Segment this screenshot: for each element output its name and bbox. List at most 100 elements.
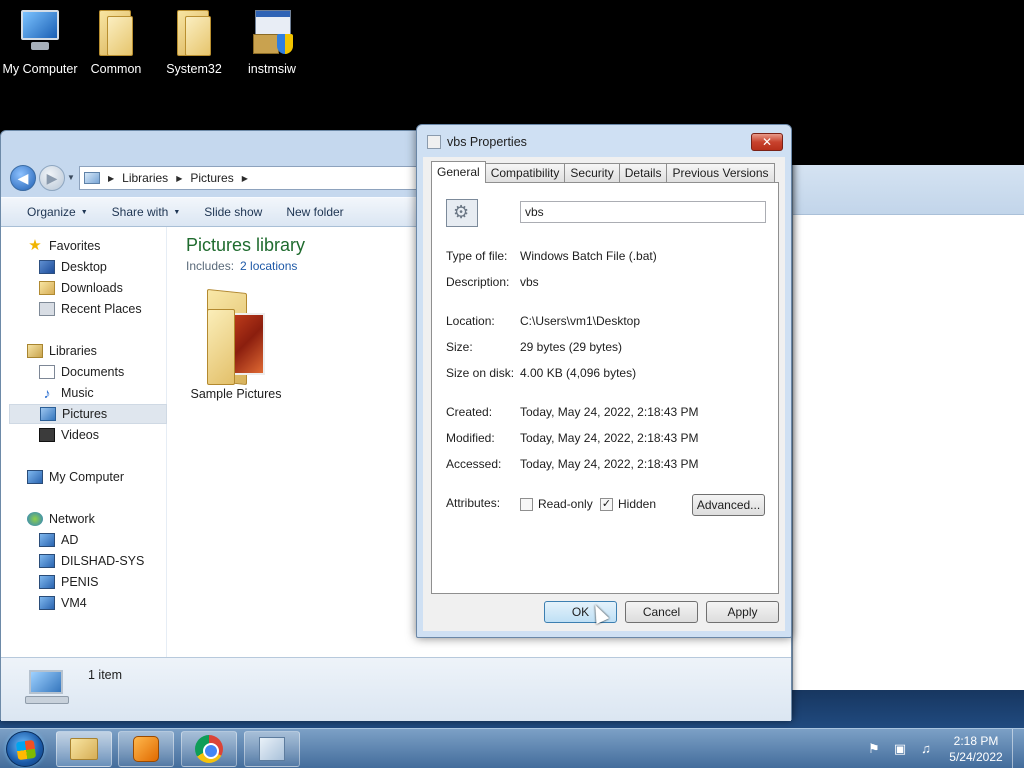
tab-details[interactable]: Details [618,163,668,183]
volume-icon[interactable]: ♫ [918,741,934,757]
readonly-checkbox[interactable]: Read-only [520,497,593,511]
sidebar-item-label: Favorites [49,239,101,253]
apply-button[interactable]: Apply [706,601,779,623]
picture-folder-icon [201,287,271,386]
sidebar-item-label: Videos [61,428,99,442]
folder-icon [92,8,140,58]
created-value: Today, May 24, 2022, 2:18:43 PM [520,405,699,419]
item-count: 1 item [88,668,123,682]
breadcrumb-pictures[interactable]: Pictures [190,171,233,185]
star-icon: ★ [28,237,42,254]
divider [446,299,764,300]
sidebar-item-recent-places[interactable]: Recent Places [39,299,195,319]
file-item-label: Sample Pictures [190,387,282,401]
system-tray: ⚑ ▣ ♫ [866,741,934,757]
taskbar-explorer[interactable] [56,731,112,767]
taskbar-properties[interactable] [244,731,300,767]
sidebar-item-my-computer[interactable]: My Computer [27,467,183,487]
share-with-label: Share with [111,205,169,219]
type-label: Type of file: [446,249,508,263]
modified-label: Modified: [446,431,495,445]
chevron-down-icon: ▼ [173,208,181,216]
slide-show-button[interactable]: Slide show [192,198,274,226]
properties-dialog[interactable]: vbs Properties ✕ General Compatibility S… [416,124,792,638]
sidebar-item-vm4[interactable]: VM4 [39,593,195,613]
sidebar-item-libraries[interactable]: Libraries [27,341,183,361]
recent-pages-dropdown[interactable]: ▼ [67,173,75,182]
folder-icon [70,738,98,760]
tab-security[interactable]: Security [564,163,620,183]
desktop-icon-system32[interactable]: System32 [154,8,234,76]
network-status-icon[interactable]: ▣ [892,741,908,757]
background-window-header [793,165,1024,215]
created-label: Created: [446,405,493,419]
attributes-label: Attributes: [446,496,501,510]
sidebar-item-downloads[interactable]: Downloads [39,278,195,298]
general-tab-panel: vbs Type of file: Windows Batch File (.b… [431,182,779,594]
back-button[interactable]: ◀ [10,165,36,191]
desktop-icon-my-computer[interactable]: My Computer [0,8,80,76]
sidebar-item-music[interactable]: ♪ Music [39,383,195,403]
desktop-icon-label: Common [90,62,142,76]
sidebar-item-documents[interactable]: Documents [39,362,195,382]
sidebar-item-dilshad-sys[interactable]: DILSHAD-SYS [39,551,195,571]
tab-compatibility[interactable]: Compatibility [484,163,566,183]
taskbar-media-player[interactable] [118,731,174,767]
breadcrumb-libraries[interactable]: Libraries [122,171,168,185]
start-button[interactable] [6,731,44,767]
library-icon [84,172,100,184]
navigation-pane[interactable]: ★ Favorites Desktop Downloads Recent Plac… [9,227,167,657]
computer-icon [39,533,55,547]
windows-logo-icon [15,739,37,761]
taskbar: ⚑ ▣ ♫ 2:18 PM 5/24/2022 [0,728,1024,768]
modified-value: Today, May 24, 2022, 2:18:43 PM [520,431,699,445]
clock-time: 2:18 PM [953,734,999,748]
laptop-icon [25,668,71,708]
sidebar-item-pictures[interactable]: Pictures [9,404,167,424]
details-pane: 1 item [1,657,791,721]
desktop-icon-instmsiw[interactable]: instmsiw [232,8,312,76]
cancel-button[interactable]: Cancel [625,601,698,623]
sidebar-item-label: PENIS [61,575,99,589]
hidden-checkbox[interactable]: ✓ Hidden [600,497,656,511]
desktop-icon-label: My Computer [2,62,78,76]
divider [446,391,764,392]
location-value: C:\Users\vm1\Desktop [520,314,641,328]
taskbar-chrome[interactable] [181,731,237,767]
action-center-flag-icon[interactable]: ⚑ [866,741,882,757]
computer-icon [27,470,43,484]
close-button[interactable]: ✕ [751,133,783,151]
forward-button[interactable]: ▶ [39,165,65,191]
tab-previous-versions[interactable]: Previous Versions [666,163,775,183]
sidebar-item-ad[interactable]: AD [39,530,195,550]
organize-button[interactable]: Organize ▼ [15,198,100,226]
tab-general[interactable]: General [431,161,486,183]
sidebar-item-favorites[interactable]: ★ Favorites [27,236,183,256]
desktop-icon-common[interactable]: Common [76,8,156,76]
new-folder-button[interactable]: New folder [274,198,355,226]
share-with-button[interactable]: Share with ▼ [100,198,193,226]
sidebar-item-desktop[interactable]: Desktop [39,257,195,277]
chevron-right-icon: ▶ [108,173,115,183]
address-bar[interactable]: ▶ Libraries ▶ Pictures ▶ [79,166,439,190]
file-item-sample-pictures[interactable]: Sample Pictures [187,287,285,401]
divider [446,483,764,484]
sidebar-item-videos[interactable]: Videos [39,425,195,445]
advanced-button[interactable]: Advanced... [692,494,765,516]
slide-show-label: Slide show [204,205,263,219]
show-desktop-button[interactable] [1012,729,1024,768]
library-includes: Includes: 2 locations [186,259,297,273]
divider [446,235,764,236]
clock[interactable]: 2:18 PM 5/24/2022 [940,733,1012,765]
batch-file-icon [446,199,478,227]
sidebar-item-network[interactable]: Network [27,509,183,529]
folder-icon [170,8,218,58]
includes-locations-link[interactable]: 2 locations [240,259,297,273]
videos-icon [39,428,55,442]
background-window[interactable] [792,165,1024,690]
file-name-field[interactable]: vbs [520,201,766,223]
pictures-icon [40,407,56,421]
desktop-icon [39,260,55,274]
sidebar-item-penis[interactable]: PENIS [39,572,195,592]
size-on-disk-label: Size on disk: [446,366,515,380]
